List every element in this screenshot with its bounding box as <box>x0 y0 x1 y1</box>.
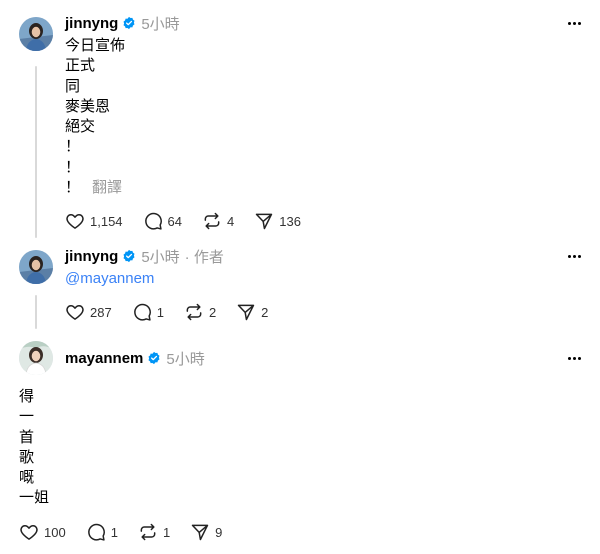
repost-count: 2 <box>208 304 217 320</box>
verified-badge-icon <box>147 351 161 365</box>
post-3: mayannem 5小時 得 一 首 歌 嘅 一姐 100 1 1 9 <box>0 332 600 554</box>
mention-link[interactable]: @mayannem <box>65 270 154 287</box>
username[interactable]: jinnyng <box>65 248 118 265</box>
comment-icon <box>133 303 151 321</box>
heart-icon <box>66 305 84 320</box>
reply-count: 64 <box>167 213 183 229</box>
send-icon <box>256 213 273 230</box>
action-bar: 1,154 64 4 136 <box>65 210 321 232</box>
post-header: mayannem 5小時 <box>65 348 205 368</box>
comment-icon <box>87 523 105 541</box>
thread-line <box>35 295 37 329</box>
username[interactable]: jinnyng <box>65 15 118 32</box>
post-2: jinnyng 5小時 · 作者 @mayannem 287 1 2 2 <box>0 240 600 332</box>
text-line: 絕交 <box>65 118 96 136</box>
repost-button[interactable]: 1 <box>138 522 170 542</box>
text-line: 正式 <box>65 57 96 75</box>
share-button[interactable]: 9 <box>190 522 222 542</box>
repost-icon <box>140 523 156 541</box>
like-count: 1,154 <box>90 213 123 229</box>
share-count: 9 <box>215 524 223 540</box>
timestamp: 5小時 <box>141 15 180 33</box>
send-icon <box>191 524 209 541</box>
post-text: 今日宣佈 正式 同 麥美恩 絕交 ！ ！ ！翻譯 <box>65 36 125 198</box>
text-line: 歌 <box>19 448 35 466</box>
post-text: 得 一 首 歌 嘅 一姐 <box>19 387 49 509</box>
action-bar: 100 1 1 9 <box>19 521 242 543</box>
text-line: ！ <box>65 158 81 176</box>
repost-button[interactable]: 4 <box>202 211 234 231</box>
share-button[interactable]: 2 <box>236 302 268 322</box>
text-line: 今日宣佈 <box>65 37 126 54</box>
reply-count: 1 <box>110 524 118 540</box>
post-1: jinnyng 5小時 今日宣佈 正式 同 麥美恩 絕交 ！ ！ ！翻譯 1,1… <box>0 0 600 240</box>
share-count: 136 <box>279 213 301 229</box>
text-line: 得 <box>19 388 35 405</box>
like-count: 100 <box>44 524 66 540</box>
avatar[interactable] <box>19 341 53 375</box>
verified-badge-icon <box>122 16 136 30</box>
more-horizontal-icon[interactable] <box>564 348 584 368</box>
verified-badge-icon <box>122 249 136 263</box>
text-line: 嘅 <box>19 469 35 487</box>
action-bar: 287 1 2 2 <box>65 301 288 323</box>
reply-button[interactable]: 1 <box>132 302 164 322</box>
timestamp: 5小時 <box>166 350 205 368</box>
translate-link[interactable]: 翻譯 <box>92 179 122 196</box>
heart-icon <box>20 525 38 540</box>
like-button[interactable]: 100 <box>19 522 66 542</box>
timestamp: 5小時 <box>141 248 180 266</box>
send-icon <box>237 304 255 321</box>
repost-button[interactable]: 2 <box>184 302 216 322</box>
author-tag: · 作者 <box>184 248 224 266</box>
repost-icon <box>204 212 220 230</box>
text-line: ！ <box>65 138 81 156</box>
reply-count: 1 <box>156 304 164 320</box>
reply-button[interactable]: 1 <box>86 522 118 542</box>
share-button[interactable]: 136 <box>254 211 301 231</box>
reply-button[interactable]: 64 <box>143 211 182 231</box>
username[interactable]: mayannem <box>65 350 143 367</box>
repost-count: 4 <box>227 213 235 229</box>
text-line-last: ！翻譯 <box>65 179 123 197</box>
heart-icon <box>66 214 84 229</box>
share-count: 2 <box>261 304 269 320</box>
more-horizontal-icon[interactable] <box>564 246 584 266</box>
text-line: 首 <box>19 428 35 446</box>
avatar[interactable] <box>19 250 53 284</box>
text-line: 一姐 <box>19 489 50 507</box>
text-line: 一 <box>19 408 35 426</box>
more-horizontal-icon[interactable] <box>564 13 584 33</box>
like-button[interactable]: 1,154 <box>65 211 123 231</box>
like-count: 287 <box>90 304 112 320</box>
text-line: 同 <box>65 77 81 95</box>
post-header: jinnyng 5小時 · 作者 <box>65 246 224 266</box>
post-header: jinnyng 5小時 <box>65 13 180 33</box>
thread-line <box>35 66 37 238</box>
comment-icon <box>144 212 162 230</box>
repost-icon <box>186 303 202 321</box>
repost-count: 1 <box>162 524 171 540</box>
avatar[interactable] <box>19 17 53 51</box>
text-line: 麥美恩 <box>65 97 111 115</box>
like-button[interactable]: 287 <box>65 302 112 322</box>
